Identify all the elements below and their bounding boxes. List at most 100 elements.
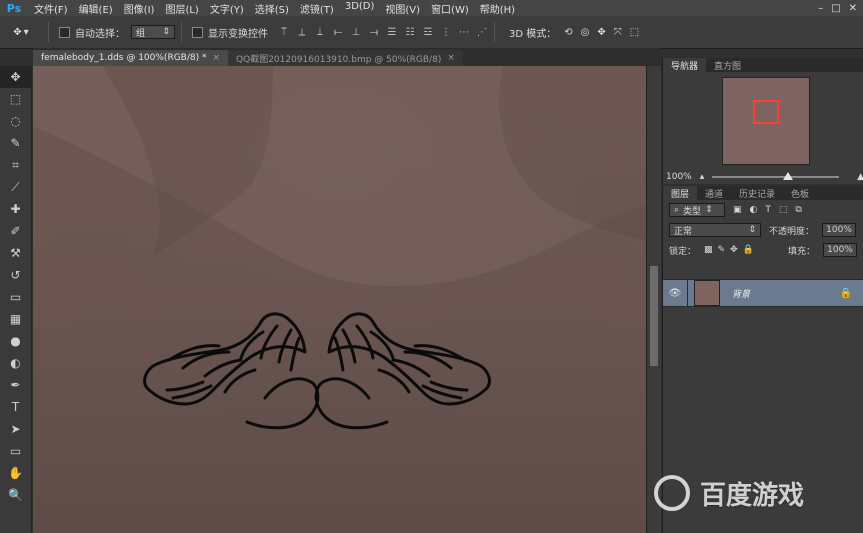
minimize-button[interactable]: – [818,3,823,14]
align-horizontal-centers-icon[interactable]: ⊥ [350,26,362,38]
tab-femalebody[interactable]: femalebody_1.dds @ 100%(RGB/8) * × [33,50,229,66]
menu-window[interactable]: 窗口(W) [431,1,469,16]
lasso-tool-icon: ◌ [10,114,21,128]
maximize-button[interactable]: □ [831,3,840,14]
lock-transparent-pixels-icon[interactable]: ▩ [704,245,713,255]
show-transform-controls-checkbox[interactable]: 显示变换控件 [192,25,268,40]
align-vertical-centers-icon[interactable]: ⟂ [296,26,308,38]
brush-tool-button[interactable]: ✐ [0,220,31,242]
lock-image-pixels-icon[interactable]: ✎ [718,245,726,255]
3d-rotate-icon[interactable]: ⟲ [564,27,572,38]
3d-slide-icon[interactable]: ⤧ [614,27,622,38]
align-top-edges-icon[interactable]: ⟙ [278,26,290,38]
eraser-tool-button[interactable]: ▭ [0,286,31,308]
close-icon[interactable]: × [447,53,455,63]
tab-channels[interactable]: 通道 [697,186,731,200]
shape-tool-button[interactable]: ▭ [0,440,31,462]
menu-filter[interactable]: 滤镜(T) [300,1,334,16]
document-canvas[interactable] [33,66,646,533]
scrollbar-thumb[interactable] [650,266,658,366]
fill-label: 填充： [787,246,815,257]
menu-help[interactable]: 帮助(H) [480,1,515,16]
move-tool-button[interactable]: ✥ [0,66,31,88]
checkbox[interactable] [59,26,70,38]
filter-shape-icon[interactable]: ⬚ [779,205,788,215]
tab-navigator[interactable]: 导航器 [663,58,707,72]
checkbox[interactable] [192,26,203,38]
tab-histogram[interactable]: 直方图 [706,58,749,72]
zoom-out-icon[interactable]: ▴ [700,172,705,182]
close-icon[interactable]: × [212,53,220,63]
chevron-updown-icon: ⇕ [162,27,170,37]
menu-file[interactable]: 文件(F) [34,1,68,16]
hand-tool-button[interactable]: ✋ [0,462,31,484]
tab-qq-screenshot[interactable]: QQ截图20120916013910.bmp @ 50%(RGB/8) × [228,50,463,66]
close-button[interactable]: ✕ [849,3,857,14]
zoom-in-icon[interactable]: ▲ [857,172,863,182]
pen-tool-button[interactable]: ✒ [0,374,31,396]
move-tool-preset[interactable]: ✥ ▾ [0,27,42,38]
distribute-bottom-icon[interactable]: ☲ [422,26,434,38]
path-selection-tool-button[interactable]: ➤ [0,418,31,440]
menu-type[interactable]: 文字(Y) [210,1,244,16]
menu-image[interactable]: 图像(I) [124,1,155,16]
menu-3d[interactable]: 3D(D) [345,1,375,16]
history-brush-tool-button[interactable]: ↺ [0,264,31,286]
lock-label: 锁定： [669,246,697,257]
blend-mode-select[interactable]: 正常 ⇕ [669,223,761,237]
distribute-left-icon[interactable]: ⋮ [440,26,452,38]
fill-field[interactable]: 100% [823,243,857,257]
opacity-field[interactable]: 100% [822,223,857,237]
eyedropper-tool-button[interactable]: ⟋ [0,176,31,198]
auto-select-target-select[interactable]: 组 ⇕ [131,25,175,39]
distribute-hcenter-icon[interactable]: ⋯ [458,26,470,38]
crop-tool-button[interactable]: ⌗ [0,154,31,176]
navigator-thumbnail[interactable] [723,78,809,164]
distribute-top-icon[interactable]: ☰ [386,26,398,38]
align-left-edges-icon[interactable]: ⟝ [332,26,344,38]
align-bottom-edges-icon[interactable]: ⟘ [314,26,326,38]
tab-swatches[interactable]: 色板 [783,186,817,200]
distribute-centers-icon[interactable]: ☷ [404,26,416,38]
dodge-tool-button[interactable]: ◐ [0,352,31,374]
lasso-tool-button[interactable]: ◌ [0,110,31,132]
layer-row-background[interactable]: 👁 背景 🔒 [663,279,863,307]
lock-position-icon[interactable]: ✥ [730,245,738,255]
filter-smart-object-icon[interactable]: ⧉ [795,205,801,215]
menu-select[interactable]: 选择(S) [255,1,289,16]
gradient-tool-button[interactable]: ▦ [0,308,31,330]
gradient-tool-icon: ▦ [9,312,22,326]
quick-selection-tool-button[interactable]: ✎ [0,132,31,154]
spot-healing-tool-button[interactable]: ✚ [0,198,31,220]
zoom-slider-knob[interactable] [783,172,794,180]
zoom-slider[interactable] [712,172,840,180]
lock-all-icon[interactable]: 🔒 [743,245,754,255]
navigator-view-box[interactable] [753,100,779,124]
blur-tool-button[interactable]: ● [0,330,31,352]
layer-filter-select[interactable]: ⌕ 类型 ⇕ [669,203,725,217]
canvas-vertical-scrollbar[interactable] [646,66,661,533]
type-tool-button[interactable]: T [0,396,31,418]
auto-select-label: 自动选择： [75,28,125,40]
menu-layer[interactable]: 图层(L) [165,1,198,16]
blend-mode-value: 正常 [674,226,693,237]
eye-icon[interactable]: 👁 [663,279,688,307]
hand-tool-icon: ✋ [8,466,23,480]
filter-adjustment-icon[interactable]: ◐ [750,205,758,215]
tab-layers[interactable]: 图层 [663,186,698,200]
align-right-edges-icon[interactable]: ⟞ [368,26,380,38]
menu-view[interactable]: 视图(V) [385,1,420,16]
zoom-tool-button[interactable]: 🔍 [0,484,31,506]
menu-edit[interactable]: 编辑(E) [79,1,113,16]
3d-roll-icon[interactable]: ◎ [581,27,590,38]
tab-history[interactable]: 历史记录 [731,186,783,200]
type-tool-icon: T [11,400,20,414]
marquee-tool-button[interactable]: ⬚ [0,88,31,110]
clone-stamp-tool-button[interactable]: ⚒ [0,242,31,264]
3d-drag-icon[interactable]: ✥ [597,27,605,38]
auto-select-checkbox[interactable]: 自动选择： [59,25,125,40]
filter-pixel-icon[interactable]: ▣ [733,205,742,215]
3d-scale-icon[interactable]: ⬚ [630,27,639,38]
filter-type-icon[interactable]: T [765,205,771,215]
distribute-right-icon[interactable]: ⋰ [476,26,488,38]
